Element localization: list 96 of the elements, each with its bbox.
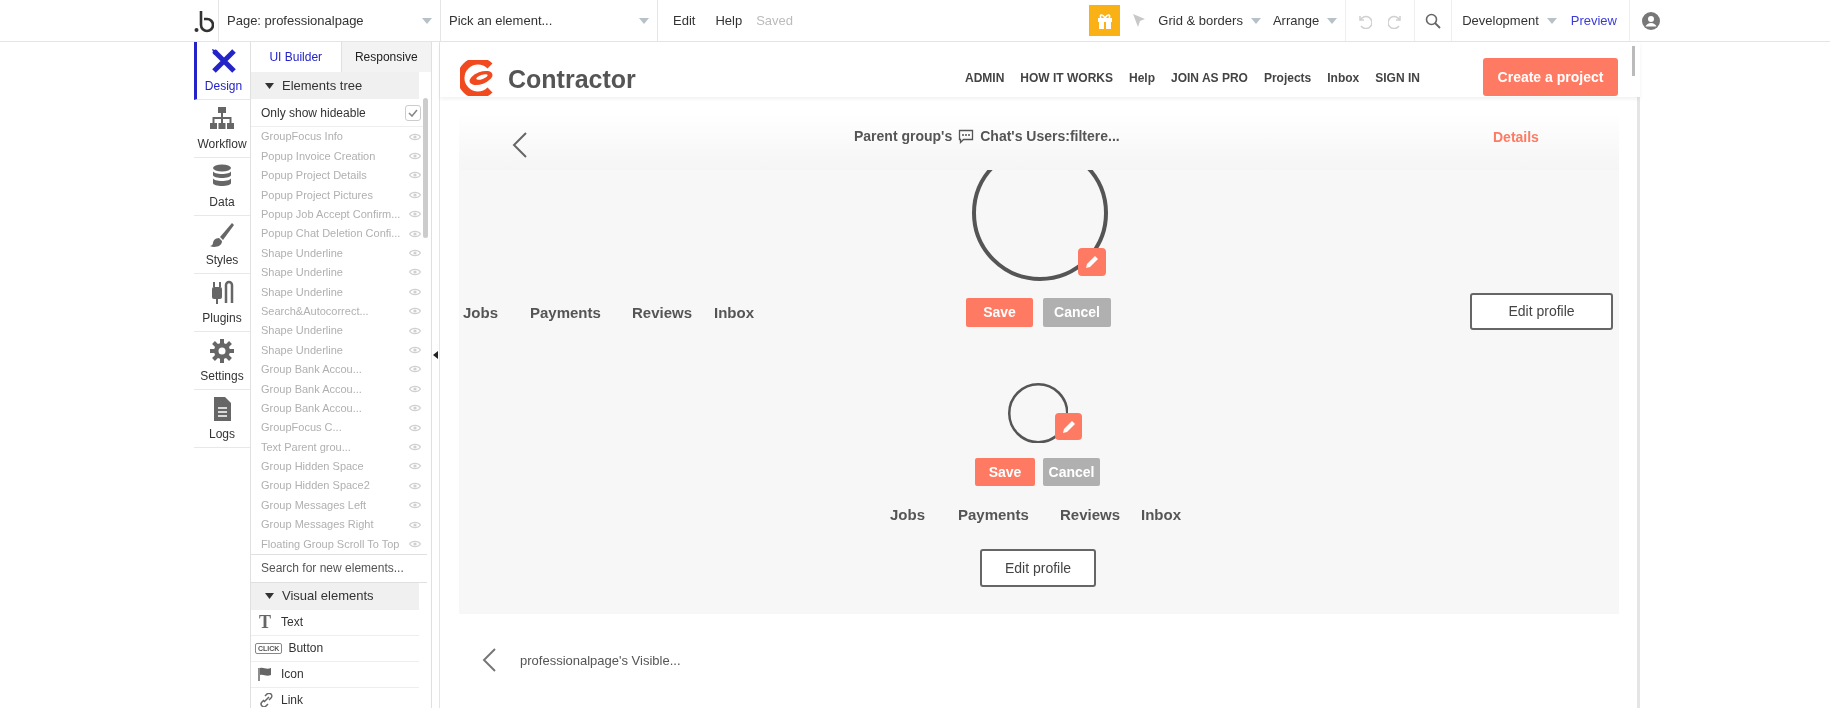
caret-icon (639, 17, 649, 24)
search-icon[interactable] (1425, 12, 1442, 29)
nav-link[interactable]: Inbox (1327, 69, 1360, 87)
eye-icon (409, 539, 421, 548)
eye-icon (409, 442, 421, 451)
sidebar-tab[interactable]: Styles (194, 216, 250, 274)
eye-icon (409, 307, 421, 316)
element-type-item[interactable]: Text (281, 613, 303, 632)
sidebar-tab[interactable]: Workflow (194, 100, 250, 158)
sidebar-tab[interactable]: Plugins (194, 274, 250, 332)
edit-photo-button[interactable] (1078, 248, 1106, 276)
element-dropdown[interactable]: Pick an element... (440, 0, 658, 41)
eye-icon (409, 171, 421, 180)
eye-icon (409, 501, 421, 510)
caret-icon (422, 17, 432, 24)
eye-icon (409, 365, 421, 374)
preview-link[interactable]: Preview (1570, 0, 1630, 41)
design-icon (209, 46, 238, 75)
check-icon (408, 108, 418, 117)
gift-button[interactable] (1089, 5, 1121, 36)
menu-item[interactable]: Help (715, 10, 743, 31)
footer-text: professionalpage's Visible... (520, 652, 681, 670)
caret-icon (1327, 17, 1338, 24)
profile-tab[interactable]: Payments (530, 302, 601, 325)
save-status: Saved (756, 11, 794, 30)
caret-icon (1250, 17, 1261, 24)
text-glyph-icon: T (255, 613, 275, 632)
edit-profile-button[interactable]: Edit profile (1470, 293, 1613, 330)
scrollbar-thumb[interactable] (423, 98, 428, 238)
eye-icon (409, 287, 421, 296)
nav-link[interactable]: JOIN AS PRO (1171, 69, 1248, 87)
sidebar-tab[interactable]: Settings (194, 332, 250, 390)
profile-tab[interactable]: Jobs (463, 302, 498, 325)
profile-tab[interactable]: Payments (958, 504, 1029, 527)
user-avatar-icon[interactable] (1642, 11, 1660, 30)
styles-icon (208, 220, 236, 249)
gift-icon (1095, 11, 1114, 30)
checkbox[interactable] (405, 104, 421, 121)
page-dropdown[interactable]: Page: professionalpage (218, 0, 440, 41)
sidebar-tab[interactable]: Logs (194, 390, 250, 448)
pencil-icon (1061, 419, 1076, 434)
eye-icon (409, 210, 421, 219)
profile-tab[interactable]: Reviews (1060, 504, 1121, 527)
eye-icon (409, 190, 421, 199)
profile-tab[interactable]: Reviews (632, 302, 693, 325)
scrollbar-thumb[interactable] (1632, 46, 1635, 76)
arrange-dropdown[interactable]: Arrange (1272, 0, 1347, 41)
eye-icon (409, 268, 421, 277)
mode-dropdown[interactable]: Development (1462, 10, 1557, 31)
nav-link[interactable]: Projects (1263, 69, 1312, 87)
element-type-item[interactable]: Icon (281, 665, 304, 684)
back-chevron-icon[interactable] (482, 648, 496, 672)
eye-icon (409, 132, 421, 141)
eye-icon (409, 520, 421, 529)
caret-icon (1546, 17, 1557, 24)
profile-tab[interactable]: Inbox (714, 302, 754, 325)
chat-bubble-icon (958, 129, 975, 144)
chat-title: Parent group's (854, 127, 953, 146)
grid-dropdown[interactable]: Grid & borders (1158, 10, 1261, 31)
search-field[interactable]: Search for new elements... (251, 553, 427, 583)
section-header[interactable]: Visual elements (251, 582, 419, 610)
edit-photo-button[interactable] (1055, 413, 1082, 440)
chat-title: Chat's Users:filtere... (980, 127, 1120, 146)
eye-icon (409, 326, 421, 335)
avatar-circle (1007, 382, 1069, 444)
nav-link[interactable]: Help (1129, 69, 1155, 87)
eye-icon (409, 423, 421, 432)
eye-icon (409, 462, 421, 471)
filter-label: Only show hideable (261, 104, 366, 122)
element-type-item[interactable]: Button (288, 639, 324, 658)
panel-tab[interactable]: Responsive (340, 42, 431, 72)
logo-icon[interactable] (194, 8, 214, 33)
edit-profile-button[interactable]: Edit profile (980, 549, 1096, 587)
settings-icon (208, 336, 236, 365)
sidebar-tab[interactable]: Data (194, 158, 250, 216)
nav-link[interactable]: HOW IT WORKS (1020, 69, 1113, 87)
pencil-icon (1085, 255, 1099, 269)
profile-tab[interactable]: Jobs (890, 504, 925, 527)
caret-icon (265, 593, 274, 600)
eye-icon (409, 152, 421, 161)
caret-icon (265, 82, 274, 89)
profile-tab[interactable]: Inbox (1141, 504, 1181, 527)
nav-link[interactable]: SIGN IN (1375, 69, 1420, 87)
eye-icon (409, 481, 421, 490)
element-type-item[interactable]: Link (281, 691, 303, 708)
eye-icon (409, 229, 421, 238)
eye-icon (409, 384, 421, 393)
nav-link[interactable]: ADMIN (965, 69, 1005, 87)
menu-item[interactable]: Edit (673, 10, 696, 31)
brand-name[interactable]: Contractor (508, 61, 636, 99)
eye-icon (409, 249, 421, 258)
back-chevron-icon[interactable] (512, 132, 528, 158)
eye-icon (409, 404, 421, 413)
collapse-arrow-icon[interactable] (433, 351, 438, 359)
section-header[interactable]: Elements tree (251, 72, 419, 99)
eye-icon (409, 346, 421, 354)
